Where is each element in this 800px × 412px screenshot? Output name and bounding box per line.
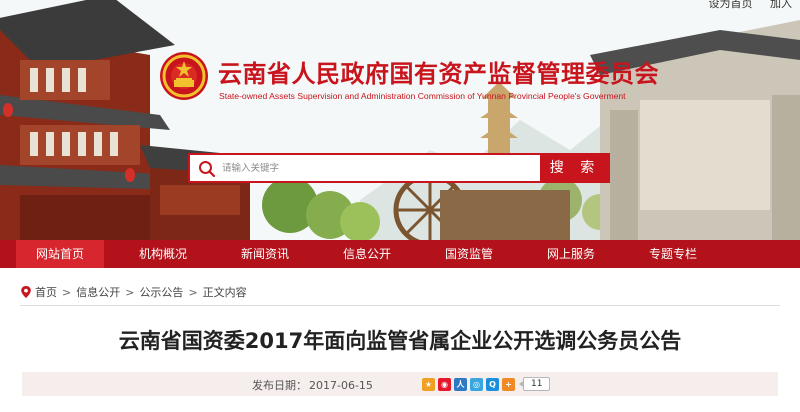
- banner-scenery: [0, 0, 800, 240]
- publish-date-label: 发布日期：: [252, 379, 307, 392]
- share-count: 11: [518, 377, 551, 391]
- breadcrumb-announcements[interactable]: 公示公告: [139, 284, 183, 300]
- article-meta-bar: 发布日期： 2017-06-15 ★ ◉ 人 ◎ Q + 11: [22, 372, 778, 396]
- share-qq-icon[interactable]: Q: [486, 377, 499, 391]
- search-box: [188, 153, 540, 183]
- nav-item-supervision[interactable]: 国资监管: [424, 240, 514, 268]
- header-banner: 设为首页 加入 云南省人民政府国有资产监督管理委员会 State-owned A…: [0, 0, 800, 240]
- breadcrumb-home[interactable]: 首页: [35, 284, 57, 300]
- set-homepage-link[interactable]: 设为首页: [709, 0, 753, 10]
- breadcrumb-separator: >: [62, 285, 72, 299]
- article-title: 云南省国资委2017年面向监管省属企业公开选调公务员公告: [118, 329, 682, 353]
- national-emblem-icon: [160, 52, 208, 100]
- nav-item-info-disclosure[interactable]: 信息公开: [322, 240, 412, 268]
- search-input[interactable]: [222, 157, 532, 179]
- publish-date: 2017-06-15: [309, 379, 373, 392]
- share-qzone-icon[interactable]: ★: [422, 377, 435, 391]
- nav-item-about[interactable]: 机构概况: [118, 240, 208, 268]
- search-button[interactable]: 搜 索: [540, 153, 610, 183]
- share-renren-icon[interactable]: 人: [454, 377, 467, 391]
- top-links: 设为首页 加入: [695, 0, 793, 11]
- site-title: 云南省人民政府国有资产监督管理委员会: [218, 60, 659, 88]
- add-favorite-link[interactable]: 加入: [770, 0, 792, 10]
- breadcrumb-separator: >: [125, 285, 135, 299]
- nav-item-news[interactable]: 新闻资讯: [220, 240, 310, 268]
- nav-item-online-service[interactable]: 网上服务: [526, 240, 616, 268]
- breadcrumb-separator: >: [188, 285, 198, 299]
- share-tencent-weibo-icon[interactable]: ◎: [470, 377, 483, 391]
- share-more-icon[interactable]: +: [502, 377, 515, 391]
- divider: [20, 305, 780, 306]
- breadcrumb-current: 正文内容: [202, 286, 247, 299]
- share-weibo-icon[interactable]: ◉: [438, 377, 451, 391]
- main-nav: 网站首页 机构概况 新闻资讯 信息公开 国资监管 网上服务 专题专栏: [0, 240, 800, 268]
- breadcrumb-info-disclosure[interactable]: 信息公开: [76, 284, 120, 300]
- nav-item-special-topics[interactable]: 专题专栏: [628, 240, 718, 268]
- location-pin-icon: [21, 286, 31, 298]
- share-bar: ★ ◉ 人 ◎ Q + 11: [422, 377, 551, 391]
- search-icon: [199, 161, 216, 178]
- publish-info: 发布日期： 2017-06-15: [252, 377, 373, 393]
- breadcrumb: 首页 > 信息公开 > 公示公告 > 正文内容: [20, 283, 247, 301]
- site-subtitle: State-owned Assets Supervision and Admin…: [219, 91, 626, 101]
- nav-item-home[interactable]: 网站首页: [16, 240, 104, 268]
